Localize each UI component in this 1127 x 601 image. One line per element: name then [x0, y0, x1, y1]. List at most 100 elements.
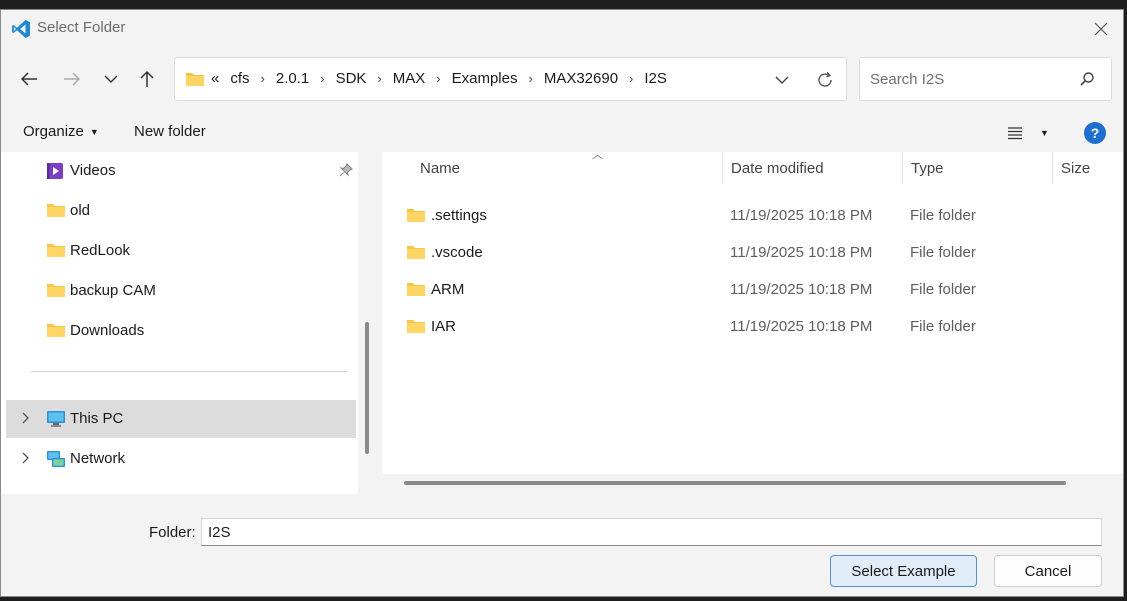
column-header-size[interactable]: Size — [1053, 152, 1123, 184]
nav-item-backup-cam[interactable]: backup CAM — [6, 272, 356, 310]
file-name: ARM — [431, 281, 465, 298]
nav-item-downloads[interactable]: Downloads — [6, 312, 356, 350]
search-box[interactable]: Search I2S — [859, 57, 1112, 101]
nav-item-network[interactable]: Network — [6, 440, 356, 478]
navigation-pane: Videos old RedLook backup CAM Downloads … — [1, 152, 358, 494]
file-row[interactable]: .vscode 11/19/2025 10:18 PM File folder — [382, 235, 1123, 271]
address-history-button[interactable] — [771, 70, 793, 90]
chevron-right-icon: › — [629, 71, 634, 86]
file-row[interactable]: IAR 11/19/2025 10:18 PM File folder — [382, 309, 1123, 345]
nav-item-old[interactable]: old — [6, 192, 356, 230]
breadcrumb-item[interactable]: SDK — [336, 70, 367, 87]
refresh-button[interactable] — [813, 68, 837, 92]
column-header-label: Size — [1061, 159, 1091, 177]
nav-item-label: Videos — [70, 162, 116, 179]
organize-button[interactable]: Organize ▼ — [23, 123, 99, 140]
column-header-type[interactable]: Type — [903, 152, 1053, 184]
chevron-right-icon: › — [320, 71, 325, 86]
network-icon — [46, 450, 66, 472]
window-title: Select Folder — [37, 19, 126, 36]
videos-icon — [46, 162, 64, 184]
new-folder-button[interactable]: New folder — [134, 123, 206, 140]
nav-scrollbar-thumb[interactable] — [365, 322, 369, 454]
vscode-icon — [11, 19, 31, 39]
column-header-name[interactable]: Name ︿ — [412, 152, 723, 184]
nav-item-redlook[interactable]: RedLook — [6, 232, 356, 270]
title-bar: Select Folder — [1, 10, 1123, 48]
folder-icon — [406, 244, 426, 264]
folder-icon — [46, 242, 66, 262]
arrow-right-icon — [64, 72, 81, 86]
breadcrumb-item[interactable]: Examples — [452, 70, 518, 87]
chevron-right-icon: › — [436, 71, 441, 86]
chevron-down-icon — [104, 75, 118, 83]
folder-icon — [46, 282, 66, 302]
file-name: .vscode — [431, 244, 483, 261]
breadcrumb-item[interactable]: 2.0.1 — [276, 70, 309, 87]
up-button[interactable] — [132, 64, 162, 94]
help-button[interactable]: ? — [1084, 122, 1106, 144]
nav-item-label: Network — [70, 450, 126, 467]
file-row[interactable]: .settings 11/19/2025 10:18 PM File folde… — [382, 198, 1123, 234]
file-type: File folder — [910, 207, 976, 224]
cancel-button[interactable]: Cancel — [994, 555, 1102, 587]
column-header-date[interactable]: Date modified — [723, 152, 903, 184]
chevron-right-icon[interactable] — [20, 451, 30, 469]
file-type: File folder — [910, 244, 976, 261]
search-input[interactable]: Search I2S — [870, 71, 944, 88]
chevron-right-icon: › — [377, 71, 382, 86]
file-row[interactable]: ARM 11/19/2025 10:18 PM File folder — [382, 272, 1123, 308]
address-bar[interactable]: « cfs › 2.0.1 › SDK › MAX › Examples › M… — [174, 57, 847, 101]
folder-icon — [46, 202, 66, 222]
nav-item-label: This PC — [70, 410, 124, 427]
column-header-label: Type — [911, 159, 944, 177]
nav-item-videos[interactable]: Videos — [6, 152, 356, 190]
nav-item-this-pc[interactable]: This PC — [6, 400, 356, 438]
help-icon: ? — [1090, 125, 1100, 141]
file-name: .settings — [431, 207, 487, 224]
file-date: 11/19/2025 10:18 PM — [730, 281, 873, 298]
view-options-button[interactable]: ▼ — [1006, 122, 1056, 144]
chevron-right-icon: › — [528, 71, 533, 86]
file-name: IAR — [431, 318, 457, 335]
folder-name-field[interactable] — [201, 518, 1102, 546]
nav-item-label: backup CAM — [70, 282, 156, 299]
arrow-left-icon — [20, 72, 37, 86]
new-folder-label: New folder — [134, 123, 206, 140]
caret-down-icon: ▼ — [89, 126, 99, 137]
folder-icon — [406, 281, 426, 301]
breadcrumb-item[interactable]: MAX32690 — [544, 70, 618, 87]
close-icon — [1094, 22, 1108, 36]
file-type: File folder — [910, 318, 976, 335]
column-header-label: Name — [420, 159, 461, 177]
select-example-button[interactable]: Select Example — [830, 555, 977, 587]
horizontal-scrollbar[interactable] — [382, 474, 1123, 494]
back-button[interactable] — [14, 64, 44, 94]
file-date: 11/19/2025 10:18 PM — [730, 318, 873, 335]
file-type: File folder — [910, 281, 976, 298]
breadcrumb-item[interactable]: MAX — [393, 70, 426, 87]
nav-item-label: RedLook — [70, 242, 131, 259]
folder-icon — [185, 71, 205, 91]
computer-icon — [46, 410, 66, 432]
close-button[interactable] — [1087, 16, 1115, 42]
nav-scrollbar[interactable] — [358, 152, 382, 494]
forward-button[interactable] — [57, 64, 87, 94]
breadcrumb-item[interactable]: cfs — [230, 70, 249, 87]
folder-label: Folder: — [149, 524, 196, 541]
horizontal-scrollbar-thumb[interactable] — [404, 481, 1066, 485]
navigation-bar: « cfs › 2.0.1 › SDK › MAX › Examples › M… — [1, 48, 1123, 112]
chevron-right-icon[interactable] — [20, 411, 30, 429]
dialog-footer: Folder: Select Example Cancel — [1, 494, 1123, 596]
breadcrumb-overflow[interactable]: « — [211, 70, 219, 87]
refresh-icon — [818, 72, 832, 87]
divider — [31, 371, 347, 372]
chevron-right-icon: › — [260, 71, 265, 86]
list-view-icon — [1008, 127, 1022, 140]
file-list: Name ︿ Date modified Type Size .settings… — [382, 152, 1123, 494]
breadcrumb: « cfs › 2.0.1 › SDK › MAX › Examples › M… — [211, 70, 667, 87]
recent-locations-button[interactable] — [96, 64, 126, 94]
breadcrumb-item[interactable]: I2S — [644, 70, 667, 87]
arrow-up-icon — [140, 70, 154, 87]
search-icon — [1079, 71, 1095, 91]
